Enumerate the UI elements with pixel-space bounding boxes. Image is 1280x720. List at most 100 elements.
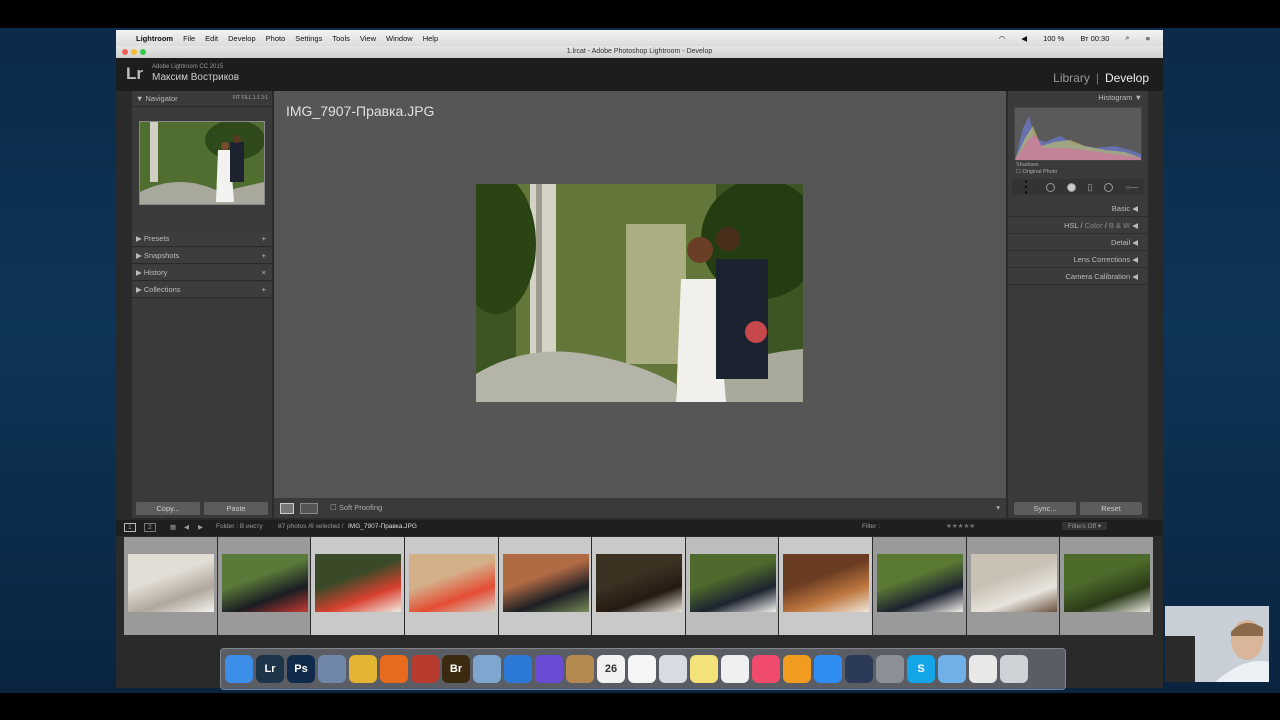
loupe-view-icon[interactable] [280, 503, 294, 514]
settings-icon[interactable] [876, 655, 904, 683]
forward-arrow-icon[interactable]: ▶ [198, 523, 203, 531]
color-tab[interactable]: Color [1085, 221, 1103, 230]
copy-button[interactable]: Copy... [136, 501, 200, 515]
document-icon[interactable] [969, 655, 997, 683]
close-window-button[interactable] [122, 49, 128, 55]
crop-tool-icon[interactable]: ⋮ [1018, 177, 1034, 197]
lens-corrections-header[interactable]: Lens Corrections ◀ [1008, 252, 1148, 268]
search-icon[interactable]: ⌕ [1125, 33, 1129, 43]
filmstrip-thumbnail[interactable] [966, 537, 1060, 635]
menu-tools[interactable]: Tools [332, 34, 350, 43]
minimize-window-button[interactable] [131, 49, 137, 55]
filmstrip-thumbnail[interactable] [1060, 537, 1154, 635]
calendar-icon[interactable]: 26 [597, 655, 625, 683]
itunes-icon[interactable] [752, 655, 780, 683]
presets-header[interactable]: ▶ Presets + [132, 231, 272, 247]
clock-text[interactable]: Вт 00:30 [1080, 34, 1109, 43]
menu-window[interactable]: Window [386, 34, 413, 43]
second-window-button[interactable]: 2 [144, 523, 156, 532]
filmstrip-thumbnail[interactable] [685, 537, 779, 635]
filmstrip-thumbnail[interactable] [217, 537, 311, 635]
filmstrip-thumbnail[interactable] [592, 537, 685, 635]
trash-icon[interactable] [1000, 655, 1028, 683]
finder-icon[interactable] [225, 655, 253, 683]
main-window-button[interactable]: 1 [124, 523, 136, 532]
imovie-icon[interactable] [535, 655, 563, 683]
paste-button[interactable]: Paste [204, 501, 268, 515]
sync-button[interactable]: Sync... [1014, 501, 1076, 515]
wifi-icon[interactable]: ◠ [999, 34, 1006, 43]
filmstrip-thumbnail[interactable] [311, 537, 404, 635]
filmstrip-thumbnail[interactable] [124, 537, 217, 635]
contacts-icon[interactable] [566, 655, 594, 683]
safari-icon[interactable] [504, 655, 532, 683]
firefox-icon[interactable] [380, 655, 408, 683]
menu-view[interactable]: View [360, 34, 376, 43]
chrome-icon[interactable] [349, 655, 377, 683]
toolbar-menu-icon[interactable]: ▾ [996, 503, 1000, 512]
navigator-preview[interactable] [139, 121, 265, 205]
filmstrip-thumbnail[interactable] [404, 537, 498, 635]
folder-icon[interactable] [938, 655, 966, 683]
reset-button[interactable]: Reset [1080, 501, 1142, 515]
zoom-options[interactable]: FIT FILL 1:1 3:1 [233, 91, 268, 106]
menu-edit[interactable]: Edit [205, 34, 218, 43]
hsl-tab[interactable]: HSL [1064, 221, 1078, 230]
photos-icon[interactable] [721, 655, 749, 683]
soft-proofing-checkbox[interactable]: ☐ Soft Proofing [330, 503, 382, 512]
original-photo-checkbox[interactable]: ☐ Original Photo [1016, 169, 1140, 175]
hsl-panel-header[interactable]: HSL / Color / B & W ◀ [1008, 218, 1148, 234]
menu-photo[interactable]: Photo [266, 34, 286, 43]
preview-icon[interactable] [473, 655, 501, 683]
photo-booth-icon[interactable] [411, 655, 439, 683]
filters-dropdown[interactable]: Filters Off ▾ [1062, 522, 1108, 530]
main-photo[interactable] [476, 184, 803, 402]
history-header[interactable]: ▶ History × [132, 265, 272, 281]
menu-settings[interactable]: Settings [295, 34, 322, 43]
navigator-header[interactable]: ▼ Navigator FIT FILL 1:1 3:1 [132, 91, 272, 107]
skype-icon[interactable]: S [907, 655, 935, 683]
photoshop-icon[interactable]: Ps [287, 655, 315, 683]
list-icon[interactable]: ≡ [1146, 34, 1150, 43]
histogram-graph[interactable] [1014, 107, 1142, 161]
menu-app-name[interactable]: Lightroom [136, 34, 173, 43]
rating-filter-stars[interactable]: ★★★★★ [946, 522, 975, 530]
system-icon[interactable] [318, 655, 346, 683]
filmstrip-thumbnail[interactable] [873, 537, 966, 635]
bridge-icon[interactable]: Br [442, 655, 470, 683]
brush-tool-icon[interactable]: ○— [1125, 183, 1138, 192]
battery-text[interactable]: 100 % [1043, 34, 1064, 43]
folder-source[interactable]: Folder : В инсту [216, 523, 263, 530]
add-collection-button[interactable]: + [262, 282, 266, 297]
module-library[interactable]: Library [1053, 71, 1090, 85]
spot-removal-icon[interactable] [1045, 182, 1055, 192]
radial-filter-icon[interactable] [1104, 182, 1114, 192]
filmstrip-thumbnail[interactable] [779, 537, 873, 635]
menu-help[interactable]: Help [423, 34, 438, 43]
menu-file[interactable]: File [183, 34, 195, 43]
snapshots-header[interactable]: ▶ Snapshots + [132, 248, 272, 264]
volume-icon[interactable]: ◀ [1021, 34, 1027, 43]
module-develop[interactable]: Develop [1105, 71, 1149, 85]
add-preset-button[interactable]: + [262, 231, 266, 246]
before-after-icon[interactable] [300, 503, 318, 514]
lightroom-icon[interactable]: Lr [256, 655, 284, 683]
grid-view-icon[interactable]: ▦ [170, 523, 176, 531]
filmstrip-thumbnail[interactable] [498, 537, 592, 635]
graduated-filter-icon[interactable]: ▯ [1088, 182, 1093, 193]
ibooks-icon[interactable] [783, 655, 811, 683]
histogram-header[interactable]: Histogram ▼ [1008, 91, 1148, 105]
notes-icon[interactable] [690, 655, 718, 683]
add-snapshot-button[interactable]: + [262, 248, 266, 263]
appstore-icon[interactable] [814, 655, 842, 683]
menu-develop[interactable]: Develop [228, 34, 256, 43]
basic-panel-header[interactable]: Basic ◀ [1008, 201, 1148, 217]
zoom-window-button[interactable] [140, 49, 146, 55]
clear-history-button[interactable]: × [262, 265, 266, 280]
red-eye-icon[interactable] [1066, 182, 1076, 192]
collections-header[interactable]: ▶ Collections + [132, 282, 272, 298]
preview2-icon[interactable] [659, 655, 687, 683]
current-file[interactable]: IMG_7907-Правка.JPG [348, 523, 417, 530]
camera-calibration-header[interactable]: Camera Calibration ◀ [1008, 269, 1148, 285]
reminders-icon[interactable] [628, 655, 656, 683]
